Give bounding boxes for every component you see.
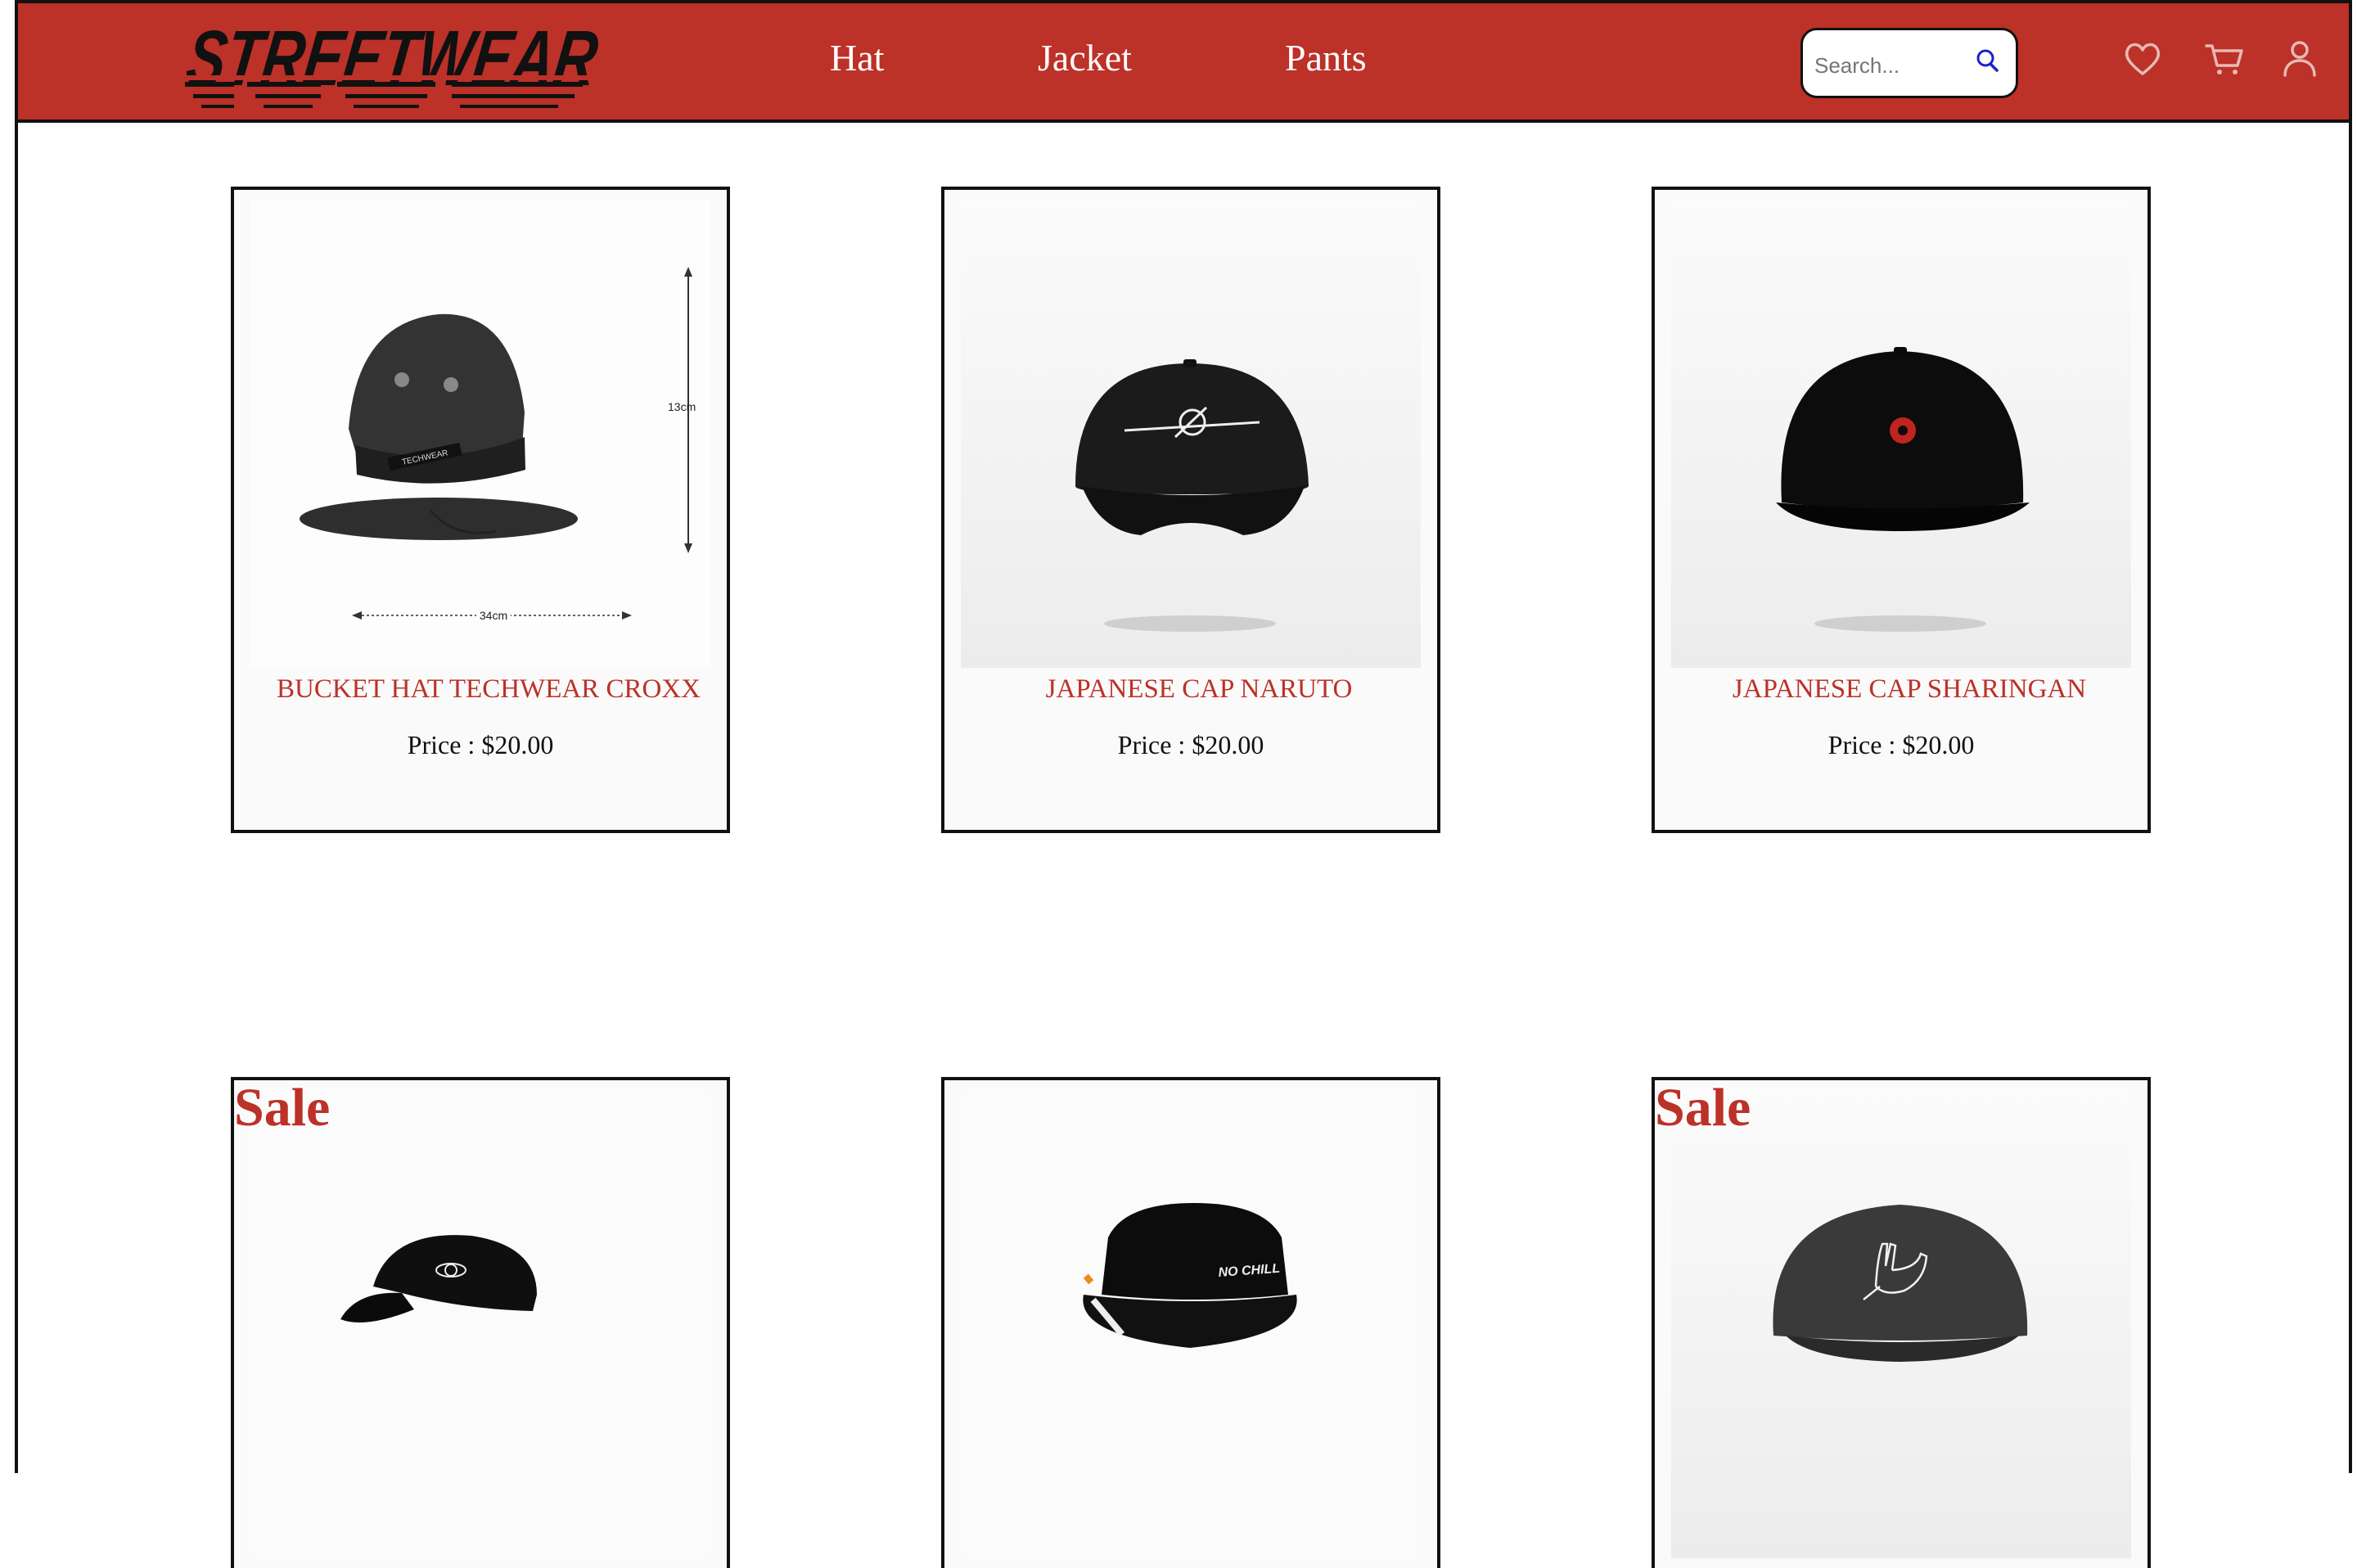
product-image[interactable]: [1671, 200, 2131, 668]
product-card[interactable]: JAPANESE CAP SHARINGAN Price : $20.00: [1652, 187, 2151, 833]
product-image[interactable]: NO CHILL: [961, 1090, 1421, 1558]
nav-link-jacket[interactable]: Jacket: [1038, 36, 1132, 79]
heart-icon[interactable]: [2120, 36, 2165, 82]
search-icon[interactable]: [1973, 47, 2001, 74]
product-card[interactable]: Sale: [1652, 1077, 2151, 1568]
dimension-height: 13cm: [668, 400, 696, 413]
product-title[interactable]: JAPANESE CAP SHARINGAN: [1655, 674, 2147, 705]
nav-link-pants[interactable]: Pants: [1285, 36, 1367, 79]
product-card[interactable]: NO CHILL: [941, 1077, 1440, 1568]
sale-badge: Sale: [1655, 1078, 1751, 1138]
product-card[interactable]: JAPANESE CAP NARUTO Price : $20.00: [941, 187, 1440, 833]
product-price: Price : $20.00: [1117, 730, 1264, 759]
product-title[interactable]: BUCKET HAT TECHWEAR CROXX: [234, 674, 727, 705]
product-price: Price : $20.00: [1827, 730, 1975, 759]
user-icon[interactable]: [2277, 36, 2323, 82]
search-input[interactable]: [1813, 48, 1980, 83]
product-card[interactable]: TECHWEAR 13cm 34cm BUCKET HAT TECHWEAR C…: [231, 187, 730, 833]
nav-link-hat[interactable]: Hat: [830, 36, 884, 79]
product-card[interactable]: Sale: [231, 1077, 730, 1568]
sale-badge: Sale: [234, 1078, 331, 1138]
streetwear-logo[interactable]: STREETWEAR: [182, 13, 615, 110]
dimension-width: 34cm: [480, 609, 507, 622]
product-image[interactable]: [961, 200, 1421, 668]
product-image[interactable]: TECHWEAR 13cm 34cm: [250, 200, 710, 668]
top-navbar: STREETWEAR Hat Jacket Pants: [15, 0, 2352, 123]
product-image[interactable]: [250, 1090, 710, 1558]
product-price: Price : $20.00: [407, 730, 554, 759]
search-box: [1800, 28, 2018, 98]
product-image[interactable]: [1671, 1090, 2131, 1558]
product-title[interactable]: JAPANESE CAP NARUTO: [944, 674, 1437, 705]
cart-icon[interactable]: [2202, 36, 2247, 82]
